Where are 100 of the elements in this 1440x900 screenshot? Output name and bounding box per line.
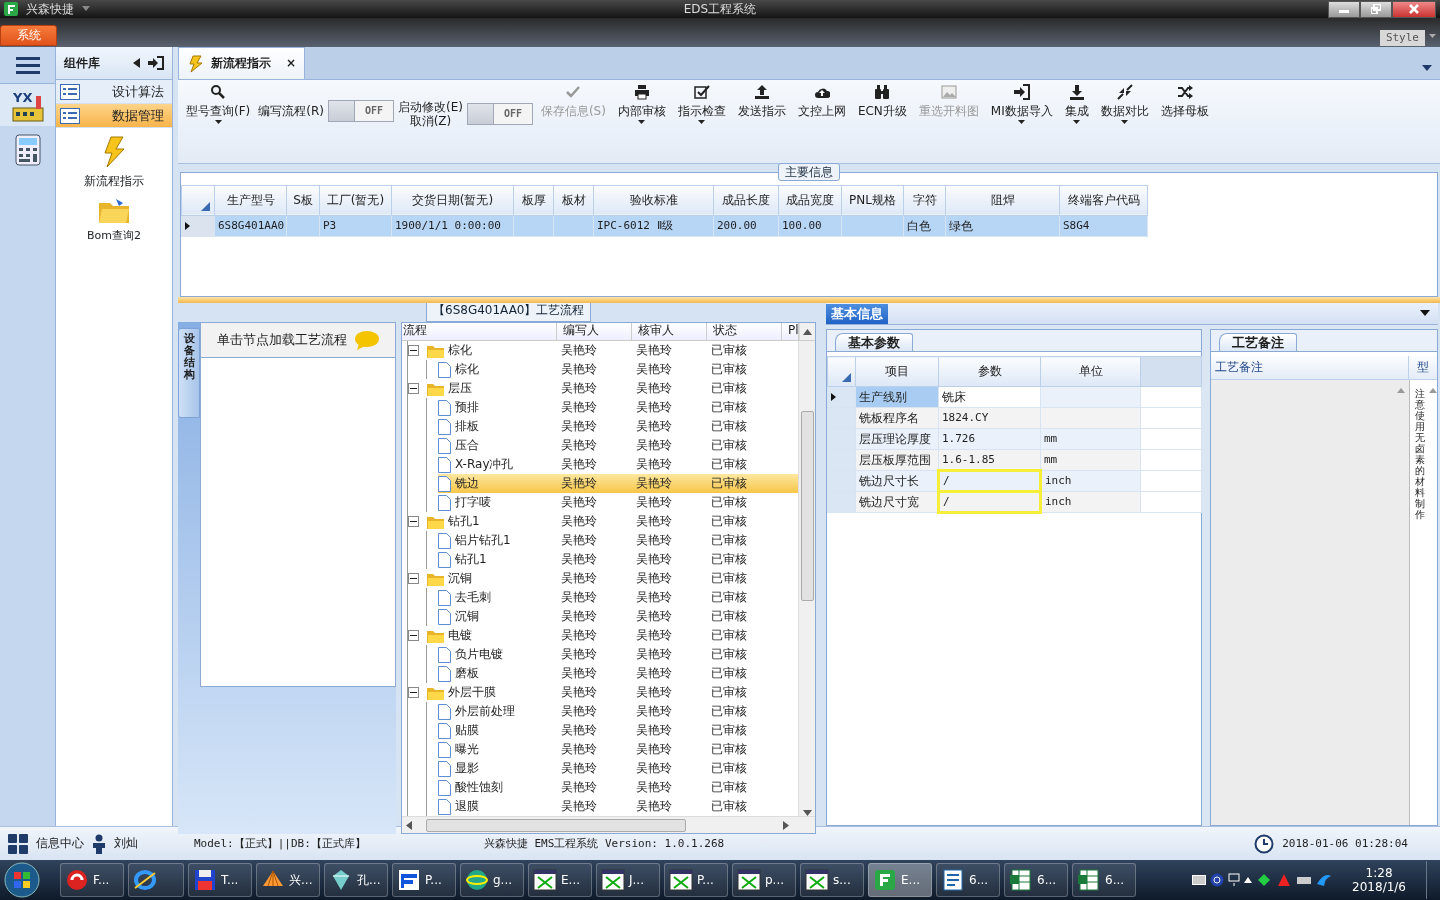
document-tab[interactable]: 新流程指示 × xyxy=(178,47,305,79)
tree-row[interactable]: 外层前处理 吴艳玲 吴艳玲 已审核 xyxy=(438,702,798,721)
panel-tab[interactable]: 基本参数 xyxy=(835,333,913,351)
tree-node[interactable]: 预排 xyxy=(451,400,479,415)
tree-node[interactable]: 压合 xyxy=(451,438,479,453)
style-button[interactable]: Style xyxy=(1379,30,1425,46)
menu-button[interactable] xyxy=(15,55,40,75)
taskbar-button[interactable]: J... xyxy=(596,863,660,897)
sign-in-icon[interactable] xyxy=(148,56,164,70)
section-tab[interactable]: 基本信息 xyxy=(826,304,888,324)
minimize-button[interactable] xyxy=(1328,0,1360,18)
tree-row[interactable]: 排板 吴艳玲 吴艳玲 已审核 xyxy=(438,417,798,436)
toolbar-button[interactable]: 选择母板 xyxy=(1156,84,1213,120)
taskbar-button[interactable]: P... xyxy=(392,863,456,897)
start-button[interactable] xyxy=(4,862,40,898)
tree-node[interactable]: 棕化 xyxy=(444,343,472,358)
tree-node[interactable]: 负片电镀 xyxy=(451,647,503,662)
toggle-switch[interactable]: OFF xyxy=(327,100,394,122)
tree-node[interactable]: 沉铜 xyxy=(451,609,479,624)
tree-row[interactable]: 去毛刺 吴艳玲 吴艳玲 已审核 xyxy=(438,588,798,607)
tree-node[interactable]: 棕化 xyxy=(451,362,479,377)
toolbar-button[interactable]: 数据对比 xyxy=(1096,84,1153,125)
status-link[interactable]: 信息中心 xyxy=(36,836,84,851)
tree-node[interactable]: 钻孔1 xyxy=(444,514,480,529)
column-header[interactable]: 阻焊 xyxy=(945,185,1060,216)
maximize-button[interactable] xyxy=(1360,0,1392,18)
close-button[interactable] xyxy=(1392,0,1436,18)
column-header[interactable]: PNL规格 xyxy=(841,185,904,216)
scroll-right-icon[interactable] xyxy=(783,820,789,830)
expander-icon[interactable] xyxy=(408,383,419,394)
tree-node[interactable]: 外层前处理 xyxy=(451,704,515,719)
expander-icon[interactable] xyxy=(408,573,419,584)
taskbar-button[interactable]: p... xyxy=(732,863,796,897)
tree-row[interactable]: 电镀 吴艳玲 吴艳玲 已审核 xyxy=(427,626,798,645)
column-header[interactable]: 工艺备注 xyxy=(1211,356,1409,379)
column-header[interactable]: 板厚 xyxy=(513,185,554,216)
toolbar-button[interactable]: 发送指示 xyxy=(733,84,790,120)
side-tab[interactable]: 设备结构 xyxy=(178,328,200,418)
expander-icon[interactable] xyxy=(408,687,419,698)
tree-node[interactable]: 贴膜 xyxy=(451,723,479,738)
taskbar-button[interactable]: 孔... xyxy=(324,863,388,897)
taskbar-button[interactable] xyxy=(128,863,184,897)
taskbar-button[interactable]: F... xyxy=(60,863,124,897)
tree-node[interactable]: 打字唛 xyxy=(451,495,491,510)
clock-time[interactable]: 1:28 xyxy=(1365,865,1393,880)
tree-row[interactable]: 棕化 吴艳玲 吴艳玲 已审核 xyxy=(427,341,798,360)
taskbar-button[interactable]: E... xyxy=(528,863,592,897)
keyboard-icon[interactable] xyxy=(1192,875,1207,885)
column-header[interactable]: 字符 xyxy=(903,185,946,216)
tree-row[interactable]: 负片电镀 吴艳玲 吴艳玲 已审核 xyxy=(438,645,798,664)
triangle-icon[interactable] xyxy=(1276,872,1293,888)
tree-node[interactable]: 外层干膜 xyxy=(444,685,496,700)
tool-button[interactable]: 新流程指示 xyxy=(56,128,172,190)
scroll-left-icon[interactable] xyxy=(406,820,412,830)
tree-row[interactable]: X-Ray冲孔 吴艳玲 吴艳玲 已审核 xyxy=(438,455,798,474)
tree-node[interactable]: 铣边 xyxy=(451,476,479,491)
expander-icon[interactable] xyxy=(408,345,419,356)
toolbar-button[interactable]: ECN升级 xyxy=(853,84,911,120)
monitor-icon[interactable] xyxy=(1228,873,1241,887)
tree-node[interactable]: 层压 xyxy=(444,381,472,396)
tree-row[interactable]: 铣边 吴艳玲 吴艳玲 已审核 xyxy=(438,474,798,493)
column-header[interactable]: 参数 xyxy=(938,356,1041,387)
column-header[interactable]: S板 xyxy=(286,185,320,216)
tree-row[interactable]: 沉铜 吴艳玲 吴艳玲 已审核 xyxy=(438,607,798,626)
taskbar-button[interactable]: s... xyxy=(800,863,864,897)
tree-row[interactable]: 钻孔1 吴艳玲 吴艳玲 已审核 xyxy=(438,550,798,569)
column-header[interactable]: 成品宽度 xyxy=(778,185,842,216)
panel-tab[interactable]: 工艺备注 xyxy=(1219,333,1297,351)
panel-item[interactable]: 数据管理 xyxy=(56,104,172,128)
column-header[interactable]: 交货日期(暂无) xyxy=(391,185,514,216)
column-header[interactable]: 型 xyxy=(1409,356,1437,379)
tree-row[interactable]: 贴膜 吴艳玲 吴艳玲 已审核 xyxy=(438,721,798,740)
tree-node[interactable]: 退膜 xyxy=(451,799,479,814)
scroll-up-icon[interactable] xyxy=(803,328,812,335)
column-header[interactable]: 核审人 xyxy=(632,323,707,340)
column-header[interactable]: 状态 xyxy=(707,323,782,340)
taskbar-button[interactable]: P... xyxy=(664,863,728,897)
taskbar-button[interactable]: g... xyxy=(460,863,524,897)
tree-node[interactable]: 钻孔1 xyxy=(451,552,487,567)
toolbar-button[interactable]: 内部审核 xyxy=(613,84,670,125)
scrollbar-thumb[interactable] xyxy=(426,818,686,832)
column-header[interactable]: 成品长度 xyxy=(713,185,779,216)
tree-row[interactable]: 沉铜 吴艳玲 吴艳玲 已审核 xyxy=(427,569,798,588)
taskbar-button[interactable]: 6... xyxy=(1004,863,1068,897)
taskbar-button[interactable]: 兴... xyxy=(256,863,320,897)
toolbar-button[interactable]: 文控上网 xyxy=(793,84,850,120)
grid-icon[interactable] xyxy=(8,833,28,854)
column-header[interactable]: 流程 xyxy=(402,323,557,340)
toolbar-button[interactable]: 指示检查 xyxy=(673,84,730,125)
help-icon[interactable] xyxy=(1210,873,1225,887)
tree-node[interactable]: 去毛刺 xyxy=(451,590,491,605)
taskbar-button[interactable]: 6... xyxy=(936,863,1000,897)
tree-row[interactable]: 显影 吴艳玲 吴艳玲 已审核 xyxy=(438,759,798,778)
collapse-left-icon[interactable] xyxy=(133,58,140,68)
panel-item[interactable]: 设计算法 xyxy=(56,80,172,104)
tree-row[interactable]: 酸性蚀刻 吴艳玲 吴艳玲 已审核 xyxy=(438,778,798,797)
tree-node[interactable]: 磨板 xyxy=(451,666,479,681)
tree-row[interactable]: 曝光 吴艳玲 吴艳玲 已审核 xyxy=(438,740,798,759)
close-button[interactable]: × xyxy=(285,56,296,71)
toolbar-button[interactable]: MI数据导入 xyxy=(986,84,1057,125)
